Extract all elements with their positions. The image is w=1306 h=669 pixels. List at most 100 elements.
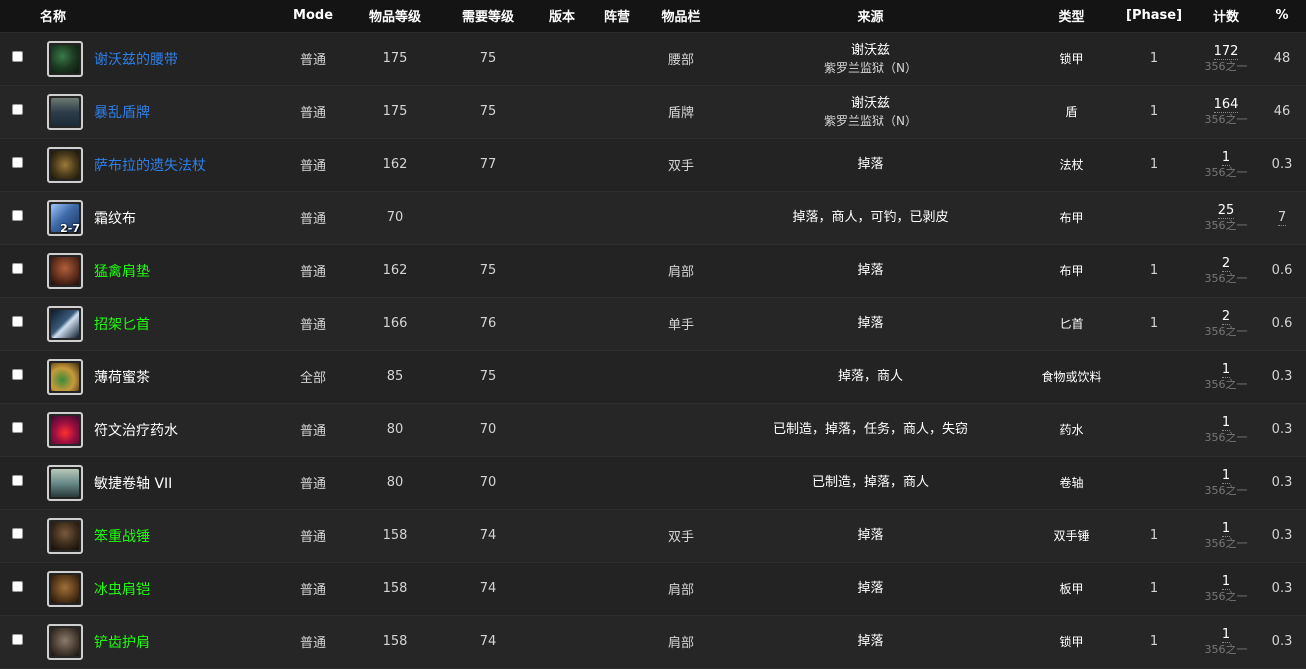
item-name-link[interactable]: 谢沃兹的腰带 — [94, 52, 178, 68]
faction-cell — [584, 297, 651, 351]
source-main[interactable]: 谢沃兹 — [712, 42, 1029, 60]
header-type[interactable]: 类型 — [1029, 0, 1115, 33]
count-cell: 1 356之一 — [1194, 138, 1259, 192]
row-checkbox[interactable] — [12, 475, 23, 486]
header-count[interactable]: 计数 — [1194, 0, 1259, 33]
count-value: 25 — [1217, 202, 1235, 219]
percent-cell: 0.3 — [1258, 562, 1306, 616]
required-level-cell: 77 — [436, 138, 541, 192]
item-level-cell: 166 — [354, 297, 437, 351]
source-main[interactable]: 已制造，掉落，任务，商人，失窃 — [712, 421, 1029, 439]
required-level-cell: 75 — [436, 350, 541, 404]
item-name-link[interactable]: 霜纹布 — [94, 211, 136, 227]
item-name-link[interactable]: 敏捷卷轴 VII — [94, 476, 172, 492]
slot-cell: 肩部 — [650, 244, 713, 298]
source-main[interactable]: 掉落，商人 — [712, 368, 1029, 386]
tea-icon[interactable] — [47, 358, 83, 395]
item-name-link[interactable]: 冰虫肩铠 — [94, 582, 150, 598]
item-name-link[interactable]: 暴乱盾牌 — [94, 105, 150, 121]
item-name-link[interactable]: 笨重战锤 — [94, 529, 150, 545]
source-main[interactable]: 掉落 — [712, 527, 1029, 545]
item-name-link[interactable]: 符文治疗药水 — [94, 423, 178, 439]
version-cell — [540, 403, 585, 457]
item-name-link[interactable]: 萨布拉的遗失法杖 — [94, 158, 206, 174]
source-zone[interactable]: 紫罗兰监狱（N） — [712, 60, 1029, 76]
row-checkbox[interactable] — [12, 634, 23, 645]
required-level-cell: 70 — [436, 403, 541, 457]
row-checkbox[interactable] — [12, 263, 23, 274]
plate-shoulder-icon[interactable] — [47, 570, 83, 607]
header-mode[interactable]: Mode — [272, 0, 355, 33]
shield-icon[interactable] — [47, 93, 83, 130]
potion-icon[interactable] — [47, 411, 83, 448]
shoulder-icon[interactable] — [47, 252, 83, 289]
header-phase[interactable]: [Phase] — [1114, 0, 1195, 33]
slot-cell — [650, 456, 713, 510]
item-name-link[interactable]: 铲齿护肩 — [94, 635, 150, 651]
loot-table: 名称 Mode 物品等级 需要等级 版本 阵营 物品栏 来源 类型 [Phase… — [0, 0, 1306, 669]
header-version[interactable]: 版本 — [540, 0, 585, 33]
row-checkbox[interactable] — [12, 210, 23, 221]
item-name-link[interactable]: 招架匕首 — [94, 317, 150, 333]
percent-cell: 7 — [1258, 191, 1306, 245]
header-source[interactable]: 来源 — [712, 0, 1030, 33]
source-main[interactable]: 掉落 — [712, 633, 1029, 651]
cloth-icon[interactable]: 2-7 — [47, 199, 83, 236]
row-checkbox[interactable] — [12, 581, 23, 592]
table-row: 暴乱盾牌 普通 175 75 盾牌 谢沃兹 紫罗兰监狱（N）盾 1 164 356之一 46 — [0, 85, 1306, 139]
source-main[interactable]: 谢沃兹 — [712, 95, 1029, 113]
count-total: 356之一 — [1204, 430, 1248, 444]
count-cell: 2 356之一 — [1194, 297, 1259, 351]
slot-cell — [650, 403, 713, 457]
row-checkbox[interactable] — [12, 157, 23, 168]
percent-value: 0.6 — [1271, 263, 1293, 278]
row-checkbox[interactable] — [12, 369, 23, 380]
item-level-cell: 80 — [354, 456, 437, 510]
table-row: 符文治疗药水 普通 80 70 已制造，掉落，任务，商人，失窃 药水 1 356之一 0.3 — [0, 403, 1306, 457]
count-total: 356之一 — [1204, 377, 1248, 391]
row-checkbox[interactable] — [12, 528, 23, 539]
phase-cell: 1 — [1114, 297, 1195, 351]
mode-cell: 普通 — [272, 297, 355, 351]
item-name-link[interactable]: 猛禽肩垫 — [94, 264, 150, 280]
source-cell: 掉落 — [712, 562, 1030, 616]
dagger-icon[interactable] — [47, 305, 83, 342]
row-checkbox[interactable] — [12, 316, 23, 327]
count-value: 1 — [1221, 414, 1231, 431]
source-main[interactable]: 掉落 — [712, 315, 1029, 333]
count-total: 356之一 — [1204, 59, 1248, 73]
mace-icon[interactable] — [47, 517, 83, 554]
item-level-cell: 85 — [354, 350, 437, 404]
faction-cell — [584, 615, 651, 669]
row-checkbox[interactable] — [12, 51, 23, 62]
percent-value: 0.3 — [1271, 369, 1293, 384]
belt-icon[interactable] — [47, 40, 83, 77]
staff-icon[interactable] — [47, 146, 83, 183]
source-main[interactable]: 掉落 — [712, 580, 1029, 598]
source-zone[interactable]: 紫罗兰监狱（N） — [712, 113, 1029, 129]
header-percent[interactable]: % — [1258, 0, 1306, 33]
mode-cell: 普通 — [272, 403, 355, 457]
required-level-cell: 74 — [436, 562, 541, 616]
count-cell: 2 356之一 — [1194, 244, 1259, 298]
faction-cell — [584, 138, 651, 192]
type-cell: 双手锤 — [1029, 509, 1115, 563]
header-name[interactable]: 名称 — [0, 0, 273, 33]
mail-shoulder-icon[interactable] — [47, 623, 83, 660]
header-required-level[interactable]: 需要等级 — [436, 0, 541, 33]
row-checkbox[interactable] — [12, 422, 23, 433]
percent-cell: 46 — [1258, 85, 1306, 139]
type-cell: 布甲 — [1029, 191, 1115, 245]
source-main[interactable]: 掉落 — [712, 156, 1029, 174]
scroll-icon[interactable] — [47, 464, 83, 501]
header-faction[interactable]: 阵营 — [584, 0, 651, 33]
source-main[interactable]: 掉落，商人，可钓，已剥皮 — [712, 209, 1029, 227]
source-main[interactable]: 已制造，掉落，商人 — [712, 474, 1029, 492]
header-item-level[interactable]: 物品等级 — [354, 0, 437, 33]
item-name-link[interactable]: 薄荷蜜茶 — [94, 370, 150, 386]
type-cell: 匕首 — [1029, 297, 1115, 351]
row-checkbox[interactable] — [12, 104, 23, 115]
required-level-cell — [436, 191, 541, 245]
header-slot[interactable]: 物品栏 — [650, 0, 713, 33]
source-main[interactable]: 掉落 — [712, 262, 1029, 280]
